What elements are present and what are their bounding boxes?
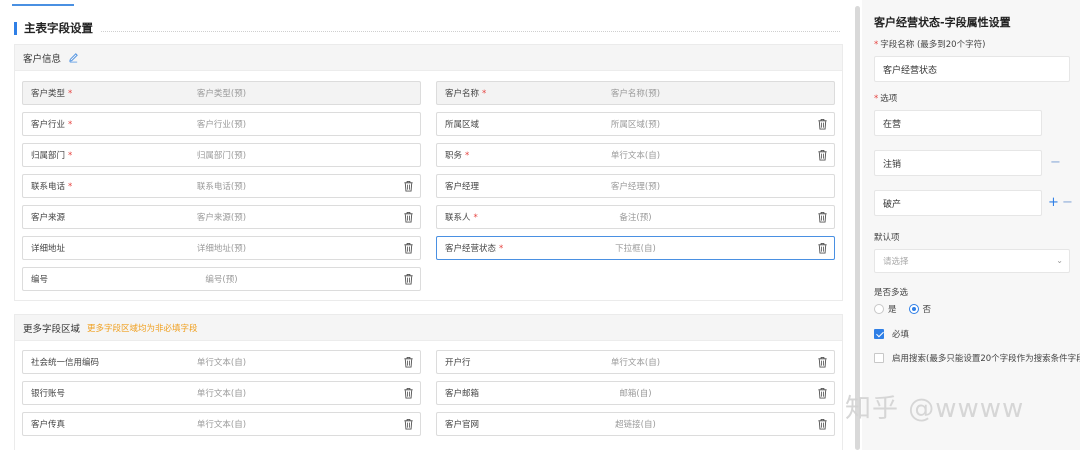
form-field[interactable]: 开户行 单行文本(自) xyxy=(436,350,835,374)
required-checkbox[interactable]: 必填 xyxy=(874,328,909,340)
watermark: 知乎 @wwww xyxy=(845,394,1025,424)
form-field[interactable]: 详细地址 详细地址(预) xyxy=(22,236,421,260)
trash-icon[interactable] xyxy=(403,387,414,399)
radio-checked-icon xyxy=(908,304,919,314)
option-input[interactable]: 破产 xyxy=(874,190,1042,216)
field-type-placeholder: 详细地址(预) xyxy=(196,244,247,254)
trash-icon[interactable] xyxy=(403,356,414,368)
trash-icon[interactable] xyxy=(817,118,828,130)
section-title: 客户信息 xyxy=(23,53,62,65)
form-field[interactable]: 客户行业 * 客户行业(预) xyxy=(22,112,421,136)
section-title: 更多字段区域 xyxy=(23,323,81,335)
form-field[interactable]: 客户类型 * 客户类型(预) xyxy=(22,81,421,105)
option-input[interactable]: 在营 xyxy=(874,110,1042,136)
main-field-settings: 主表字段设置 客户信息 客户类型 * 客户类型(预) 客户行业 * 客户行业(预) 归属部门… xyxy=(0,0,852,450)
trash-icon[interactable] xyxy=(817,387,828,399)
remove-option-button[interactable]: − xyxy=(1050,156,1061,169)
form-field[interactable]: 客户经理 客户经理(预) xyxy=(436,174,835,198)
form-field[interactable]: 银行账号 单行文本(自) xyxy=(22,381,421,405)
multi-select-label: 是否多选 xyxy=(874,288,909,298)
panel-scrollbar[interactable] xyxy=(855,6,860,450)
form-field[interactable]: 客户来源 客户来源(预) xyxy=(22,205,421,229)
active-tab-indicator xyxy=(12,4,74,6)
trash-icon[interactable] xyxy=(403,418,414,430)
trash-icon[interactable] xyxy=(817,356,828,368)
select-placeholder: 请选择 xyxy=(883,257,909,267)
field-type-placeholder: 编号(预) xyxy=(205,275,238,285)
page-title-row: 主表字段设置 xyxy=(14,20,840,36)
field-type-placeholder: 归属部门(预) xyxy=(196,151,247,161)
trash-icon[interactable] xyxy=(403,242,414,254)
field-type-placeholder: 客户名称(预) xyxy=(610,89,661,99)
form-field[interactable]: 客户传真 单行文本(自) xyxy=(22,412,421,436)
multi-select-radio-group: 是 否 xyxy=(874,303,943,315)
form-field[interactable]: 编号 编号(预) xyxy=(22,267,421,291)
trash-icon[interactable] xyxy=(817,149,828,161)
field-type-placeholder: 客户类型(预) xyxy=(196,89,247,99)
checkbox-checked-icon xyxy=(874,329,884,339)
options-label: * 选项 xyxy=(874,94,898,104)
field-type-placeholder: 客户行业(预) xyxy=(196,120,247,130)
edit-pencil-icon[interactable] xyxy=(68,52,79,63)
radio-yes[interactable]: 是 xyxy=(874,303,897,315)
default-option-select[interactable]: 请选择 ⌄ xyxy=(874,249,1070,273)
trash-icon[interactable] xyxy=(817,418,828,430)
title-accent-bar xyxy=(14,21,17,35)
remove-option-button[interactable]: − xyxy=(1062,196,1073,209)
form-field[interactable]: 社会统一信用编码 单行文本(自) xyxy=(22,350,421,374)
radio-no[interactable]: 否 xyxy=(908,303,931,315)
section-header: 更多字段区域 更多字段区域均为非必填字段 xyxy=(15,315,842,341)
form-field[interactable]: 客户经营状态 * 下拉框(自) xyxy=(436,236,835,260)
form-field[interactable]: 职务 * 单行文本(自) xyxy=(436,143,835,167)
field-type-placeholder: 单行文本(自) xyxy=(610,358,661,368)
field-type-placeholder: 客户来源(预) xyxy=(196,213,247,223)
radio-circle-icon xyxy=(874,304,884,314)
title-divider xyxy=(101,24,840,32)
trash-icon[interactable] xyxy=(403,180,414,192)
form-field[interactable]: 所属区域 所属区域(预) xyxy=(436,112,835,136)
form-field[interactable]: 联系人 * 备注(预) xyxy=(436,205,835,229)
default-option-label: 默认项 xyxy=(874,233,900,243)
field-type-placeholder: 备注(预) xyxy=(619,213,652,223)
panel-title: 客户经营状态-字段属性设置 xyxy=(874,16,1011,29)
field-type-placeholder: 超链接(自) xyxy=(615,420,656,430)
form-field[interactable]: 客户官网 超链接(自) xyxy=(436,412,835,436)
field-name-input[interactable]: 客户经营状态 xyxy=(874,56,1070,82)
field-type-placeholder: 联系电话(预) xyxy=(196,182,247,192)
field-name-label: * 字段名称 (最多到20个字符) xyxy=(874,40,986,50)
page-title: 主表字段设置 xyxy=(24,21,93,35)
field-type-placeholder: 单行文本(自) xyxy=(196,389,247,399)
section-note: 更多字段区域均为非必填字段 xyxy=(87,323,198,334)
field-type-placeholder: 所属区域(预) xyxy=(610,120,661,130)
option-input[interactable]: 注销 xyxy=(874,150,1042,176)
add-option-button[interactable]: + xyxy=(1048,196,1059,209)
section-header: 客户信息 xyxy=(15,45,842,71)
form-field[interactable]: 客户名称 * 客户名称(预) xyxy=(436,81,835,105)
trash-icon[interactable] xyxy=(817,211,828,223)
checkbox-icon xyxy=(874,353,884,363)
field-type-placeholder: 邮箱(自) xyxy=(619,389,652,399)
form-field[interactable]: 客户邮箱 邮箱(自) xyxy=(436,381,835,405)
trash-icon[interactable] xyxy=(403,211,414,223)
field-type-placeholder: 客户经理(预) xyxy=(610,182,661,192)
form-field[interactable]: 联系电话 * 联系电话(预) xyxy=(22,174,421,198)
field-type-placeholder: 下拉框(自) xyxy=(615,244,656,254)
field-property-panel: 客户经营状态-字段属性设置 * 字段名称 (最多到20个字符) 客户经营状态 * 选… xyxy=(862,0,1080,450)
field-type-placeholder: 单行文本(自) xyxy=(196,420,247,430)
trash-icon[interactable] xyxy=(403,273,414,285)
field-type-placeholder: 单行文本(自) xyxy=(196,358,247,368)
field-type-placeholder: 单行文本(自) xyxy=(610,151,661,161)
trash-icon[interactable] xyxy=(817,242,828,254)
form-field[interactable]: 归属部门 * 归属部门(预) xyxy=(22,143,421,167)
chevron-down-icon: ⌄ xyxy=(1056,256,1063,265)
enable-search-checkbox[interactable]: 启用搜索(最多只能设置20个字段作为搜索条件字段) xyxy=(874,352,1080,364)
